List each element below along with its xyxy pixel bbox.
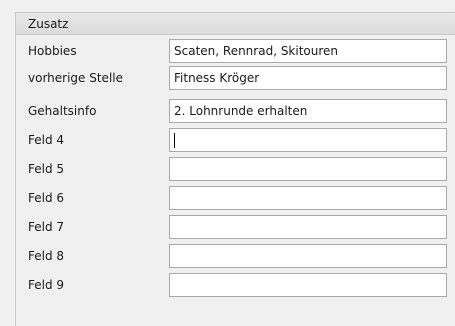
form-row-feld-8: Feld 8 xyxy=(16,244,455,270)
vorherige-stelle-field[interactable]: Fitness Kröger xyxy=(169,66,447,90)
feld-8-field[interactable] xyxy=(169,244,447,268)
form-row-gehaltsinfo: Gehaltsinfo 2. Lohnrunde erhalten xyxy=(16,99,455,125)
form-row-feld-6: Feld 6 xyxy=(16,186,455,212)
gehaltsinfo-field[interactable]: 2. Lohnrunde erhalten xyxy=(169,99,447,123)
form-row-feld-9: Feld 9 xyxy=(16,273,455,299)
feld-4-field[interactable] xyxy=(169,128,447,152)
feld-8-label: Feld 8 xyxy=(28,249,65,263)
feld-6-field[interactable] xyxy=(169,186,447,210)
vorherige-stelle-label: vorherige Stelle xyxy=(28,71,123,85)
hobbies-field[interactable]: Scaten, Rennrad, Skitouren xyxy=(169,39,447,63)
gehaltsinfo-label: Gehaltsinfo xyxy=(28,104,97,118)
text-caret xyxy=(174,133,175,148)
zusatz-panel: Zusatz Hobbies Scaten, Rennrad, Skitoure… xyxy=(15,12,455,326)
section-header: Zusatz xyxy=(16,12,455,35)
form-row-vorherige-stelle: vorherige Stelle Fitness Kröger xyxy=(16,66,455,92)
feld-7-field[interactable] xyxy=(169,215,447,239)
hobbies-label: Hobbies xyxy=(28,44,77,58)
feld-9-label: Feld 9 xyxy=(28,278,65,292)
feld-9-field[interactable] xyxy=(169,273,447,297)
form-row-feld-7: Feld 7 xyxy=(16,215,455,241)
form-row-feld-4: Feld 4 xyxy=(16,128,455,154)
feld-7-label: Feld 7 xyxy=(28,220,65,234)
feld-6-label: Feld 6 xyxy=(28,191,65,205)
feld-4-label: Feld 4 xyxy=(28,133,65,147)
feld-5-label: Feld 5 xyxy=(28,162,65,176)
form-row-hobbies: Hobbies Scaten, Rennrad, Skitouren xyxy=(16,39,455,65)
feld-5-field[interactable] xyxy=(169,157,447,181)
form-row-feld-5: Feld 5 xyxy=(16,157,455,183)
